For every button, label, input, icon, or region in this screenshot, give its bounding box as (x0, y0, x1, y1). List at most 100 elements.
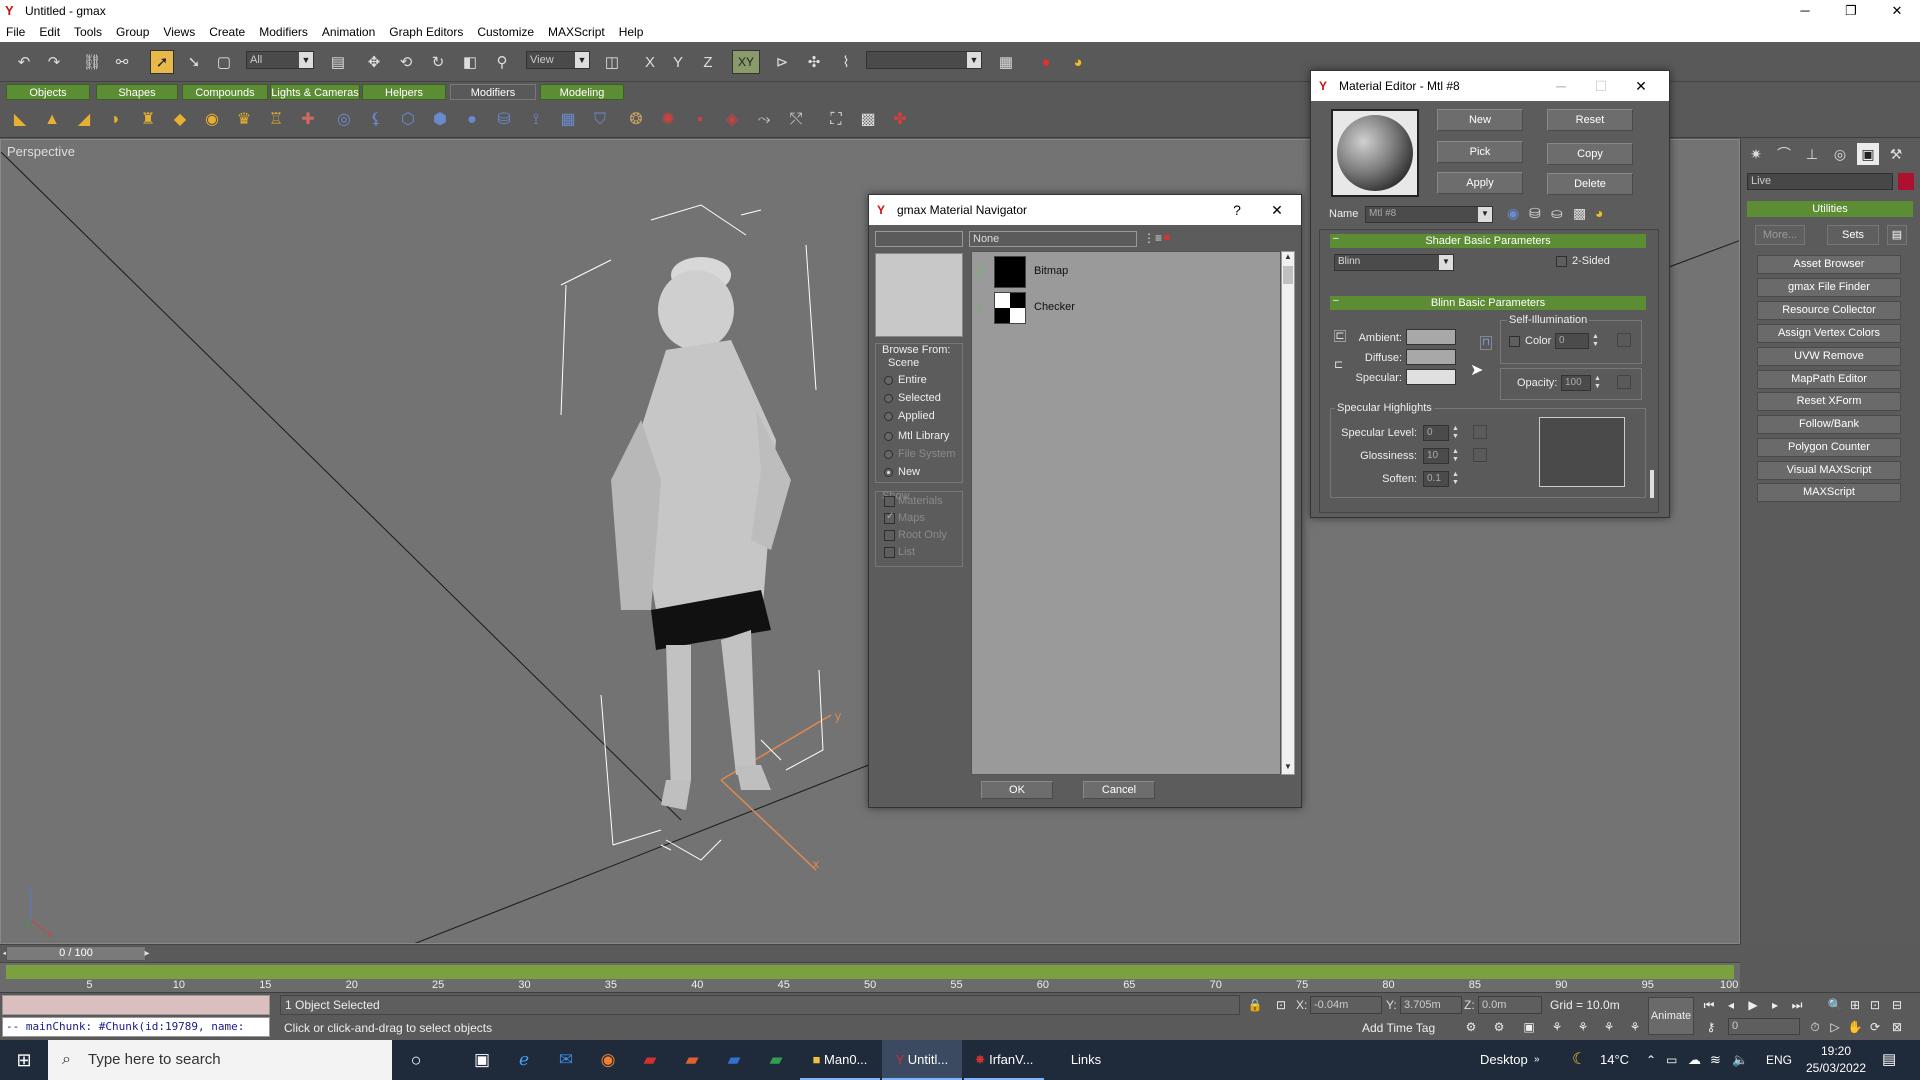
spinner-icon[interactable]: ▲ ▼ (1591, 333, 1600, 349)
mesh-smooth-icon[interactable]: ▦ (556, 108, 580, 132)
redo-icon[interactable]: ↷ (42, 50, 66, 74)
gmax-file-finder-button[interactable]: gmax File Finder (1757, 278, 1901, 297)
powerpoint-icon[interactable]: ▰ (672, 1040, 712, 1080)
restore-button[interactable]: ❐ (1828, 0, 1874, 22)
spacing-tool-icon[interactable]: ⌇ (834, 50, 858, 74)
show-map-icon[interactable]: ▩ (1573, 205, 1586, 222)
time-tag-icon[interactable]: ⚙ (1462, 1018, 1480, 1036)
extrude-icon[interactable]: ⬡ (396, 108, 420, 132)
zoom-extents-all-icon[interactable]: ⊟ (1888, 996, 1906, 1014)
menu-customize[interactable]: Customize (477, 25, 534, 39)
specular-level-value[interactable]: 0 (1423, 425, 1449, 441)
tab-compounds[interactable]: Compounds (182, 84, 268, 100)
soften-value[interactable]: 0.1 (1423, 471, 1449, 487)
display-tab-icon[interactable]: ▣ (1857, 143, 1879, 165)
arc-rotate-icon[interactable]: ⟳ (1866, 1018, 1884, 1036)
spinner-icon[interactable]: ▲ ▼ (1451, 471, 1460, 487)
browse-radio-mtl-library[interactable] (884, 432, 893, 441)
store-icon[interactable]: ▣ (462, 1040, 502, 1080)
lathe-icon[interactable]: ⬢ (428, 108, 452, 132)
shader-basic-parameters-rollup[interactable]: Shader Basic Parameters (1330, 234, 1646, 248)
select-link-icon[interactable]: ⛓ (80, 50, 104, 74)
material-sample-slot[interactable] (1331, 109, 1419, 197)
restrict-y-icon[interactable]: Y (666, 50, 690, 74)
acrobat-icon[interactable]: ▰ (630, 1040, 670, 1080)
copy-button[interactable]: Copy (1547, 143, 1633, 165)
firefox-icon[interactable]: ◉ (588, 1040, 628, 1080)
lock-icon[interactable]: ⊓ (1480, 336, 1492, 350)
diffuse-color-swatch[interactable] (1406, 349, 1456, 365)
menu-maxscript[interactable]: MAXScript (548, 25, 605, 39)
lattice-icon[interactable]: ✚ (296, 108, 320, 132)
menu-group[interactable]: Group (116, 25, 149, 39)
windows-start-icon[interactable]: ⊞ (0, 1040, 48, 1080)
material-search-field[interactable]: None (969, 231, 1137, 247)
reset-xform-button[interactable]: Reset XForm (1757, 392, 1901, 411)
volume-icon[interactable]: 🔈 (1732, 1040, 1748, 1080)
time-slider-thumb[interactable]: 0 / 100 (6, 946, 146, 961)
ambient-color-swatch[interactable] (1406, 329, 1456, 345)
pan-icon[interactable]: ✋ (1846, 1018, 1864, 1036)
tab-helpers[interactable]: Helpers (362, 84, 446, 100)
undo-icon[interactable]: ↶ (12, 50, 36, 74)
cortana-icon[interactable]: ○ (396, 1040, 436, 1080)
percent-snap-icon[interactable]: ⚘ (1600, 1018, 1618, 1036)
tab-objects[interactable]: Objects (6, 84, 90, 100)
wifi-icon[interactable]: ≋ (1710, 1040, 1721, 1080)
time-configuration-icon[interactable]: ⏱ (1806, 1018, 1824, 1036)
resource-collector-button[interactable]: Resource Collector (1757, 301, 1901, 320)
close-button[interactable]: ✕ (1874, 0, 1920, 22)
close-button[interactable]: ✕ (1621, 71, 1661, 101)
select-by-name-icon[interactable]: ➘ (182, 50, 206, 74)
mesh-select-icon[interactable]: ⛶ (824, 108, 848, 132)
links-toolbar[interactable]: Links (1066, 1040, 1106, 1080)
unwrap-icon[interactable]: ✺ (656, 108, 680, 132)
notifications-icon[interactable]: ▤ (1882, 1040, 1896, 1080)
browse-radio-new[interactable] (884, 468, 893, 477)
add-time-tag[interactable]: Add Time Tag (1362, 1021, 1435, 1035)
skew-icon[interactable]: ◉ (200, 108, 224, 132)
twist-icon[interactable]: ◢ (72, 108, 96, 132)
list-item[interactable]: ⁄ Checker (980, 292, 1260, 326)
scroll-up-icon[interactable]: ▲ (1284, 252, 1292, 261)
lock-diffuse-specular-icon[interactable]: ⊏ (1334, 358, 1343, 371)
taskbar-app-irfanview[interactable]: ✸ IrfanV... (964, 1040, 1044, 1080)
next-frame-icon[interactable]: ▸ (142, 945, 152, 961)
uvw-map-icon[interactable]: ❂ (624, 108, 648, 132)
material-effects-icon[interactable]: ◕ (1595, 205, 1603, 221)
degradation-override-icon[interactable]: ▣ (1520, 1018, 1538, 1036)
material-editor-icon[interactable]: ● (1034, 50, 1058, 74)
tab-modeling[interactable]: Modeling (540, 84, 624, 100)
scroll-down-icon[interactable]: ▼ (1284, 762, 1292, 771)
onedrive-cloud-icon[interactable]: ☁ (1688, 1040, 1701, 1080)
field-of-view-icon[interactable]: ▷ (1826, 1018, 1844, 1036)
material-name-field[interactable]: Mtl #8 ▼ (1365, 206, 1493, 223)
time-slider[interactable]: ◂ 0 / 100 ▸ (0, 944, 1740, 962)
list-scrollbar[interactable]: ▲ ▼ (1281, 251, 1295, 775)
edge-icon[interactable]: ℯ (504, 1040, 544, 1080)
region-select-icon[interactable]: ▢ (212, 50, 236, 74)
xform-icon[interactable]: ⟟ (524, 108, 548, 132)
previous-frame-icon[interactable]: ◂ (1722, 996, 1740, 1014)
glossiness-value[interactable]: 10 (1423, 448, 1449, 464)
ripple-icon[interactable]: ♖ (264, 108, 288, 132)
tray-overflow-icon[interactable]: ⌃ (1646, 1040, 1656, 1080)
maximize-button[interactable]: ☐ (1581, 71, 1621, 101)
zoom-all-icon[interactable]: ⊞ (1846, 996, 1864, 1014)
utilities-rollup-header[interactable]: Utilities (1747, 201, 1913, 217)
asset-browser-button[interactable]: Asset Browser (1757, 255, 1901, 274)
key-mode-icon[interactable]: ⚷ (1702, 1018, 1720, 1036)
language-indicator[interactable]: ENG (1766, 1040, 1792, 1080)
excel-icon[interactable]: ▰ (756, 1040, 796, 1080)
wave-icon[interactable]: ♛ (232, 108, 256, 132)
motion-tab-icon[interactable]: ◎ (1829, 143, 1851, 165)
pick-button[interactable]: Pick (1437, 141, 1523, 163)
taskbar-app-explorer[interactable]: ■ Man0... (800, 1040, 880, 1080)
noise-icon[interactable]: ◗ (104, 108, 128, 132)
viewport-label[interactable]: Perspective (7, 144, 75, 159)
create-tab-icon[interactable]: ✷ (1745, 143, 1767, 165)
menu-tools[interactable]: Tools (74, 25, 102, 39)
render-scene-icon[interactable]: ◕ (1066, 50, 1090, 74)
configure-sets-icon[interactable]: ▤ (1887, 225, 1907, 245)
more-button[interactable]: More... (1755, 225, 1805, 245)
